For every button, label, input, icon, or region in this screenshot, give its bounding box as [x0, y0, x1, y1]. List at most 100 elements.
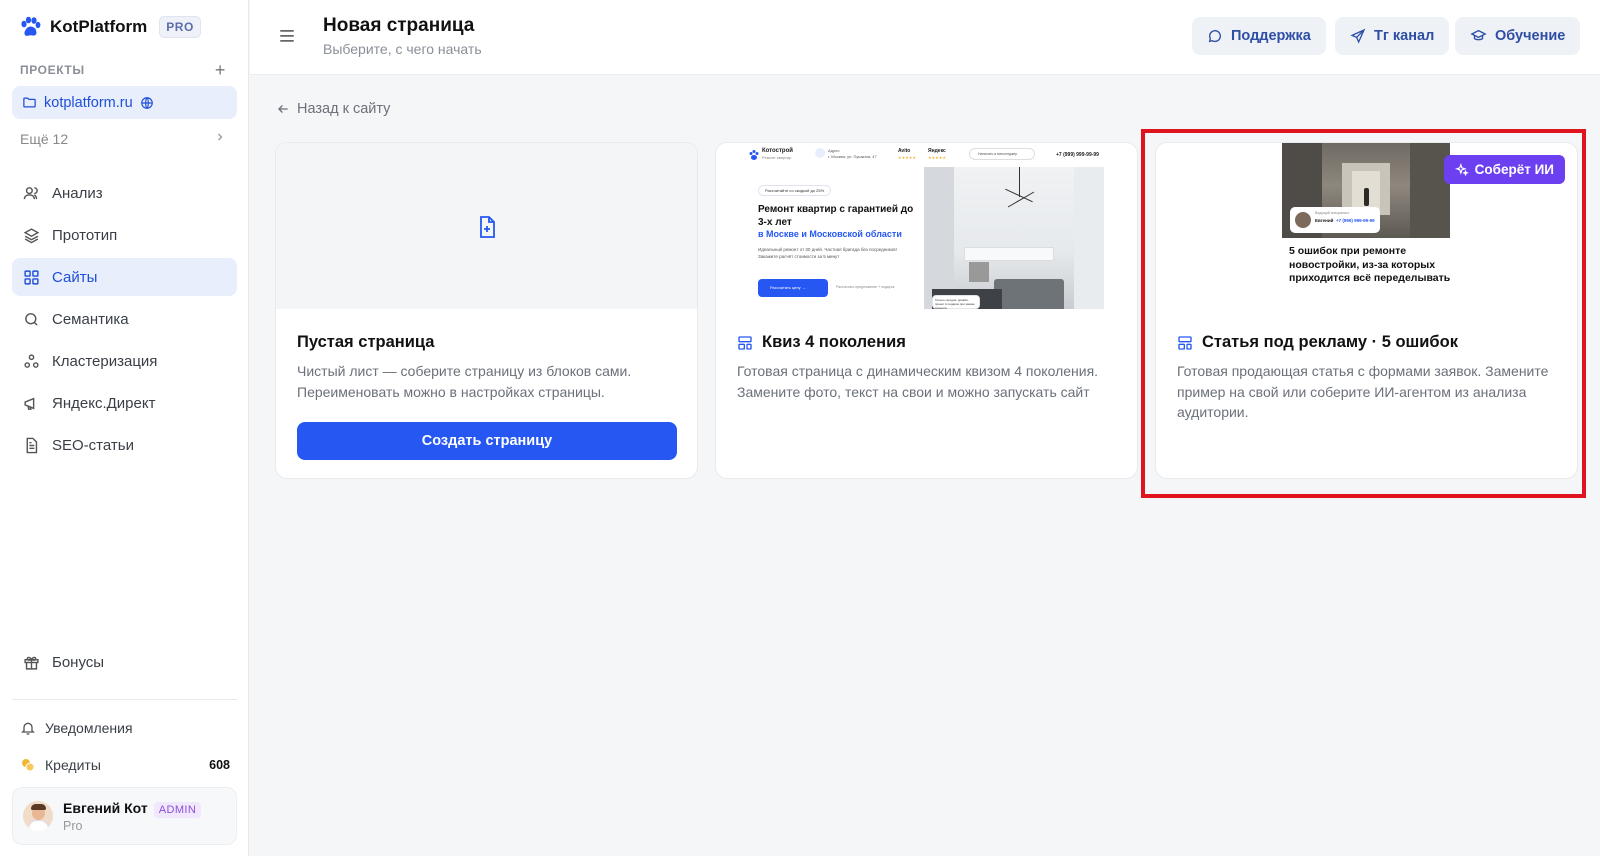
user-name-row: Евгений Кот ADMIN: [63, 799, 202, 818]
support-label: Поддержка: [1231, 28, 1311, 44]
graduation-cap-icon: [1470, 29, 1487, 41]
card-title: Квиз 4 поколения: [737, 333, 906, 352]
sparkles-icon: [1454, 162, 1469, 176]
admin-badge: ADMIN: [153, 801, 202, 818]
learning-button[interactable]: Обучение: [1455, 17, 1581, 55]
layout-template-icon: [1178, 335, 1192, 350]
preview-article-headline: 5 ошибок при ремонте новостройки, из-за …: [1289, 245, 1451, 284]
sidebar-item-prototype[interactable]: Прототип: [12, 216, 237, 254]
article-preview: Ведущий специалист Евгений +7 (999) 999-…: [1156, 143, 1577, 309]
sidebar-item-label: Анализ: [52, 184, 103, 202]
sidebar-item-label: Прототип: [52, 226, 118, 244]
support-button[interactable]: Поддержка: [1192, 17, 1326, 55]
page-title: Новая страница: [323, 15, 475, 36]
user-plan: Pro: [63, 818, 83, 833]
megaphone-icon: [24, 396, 35, 410]
paw-logo-icon: [21, 16, 41, 36]
ai-build-badge[interactable]: Соберёт ИИ: [1443, 155, 1565, 184]
brand[interactable]: KotPlatform PRO: [18, 15, 201, 39]
coins-icon: [22, 759, 35, 772]
bell-icon: [21, 722, 35, 735]
preview-discount: Рассчитайте со скидкой до 25%: [758, 185, 832, 196]
preview-specialist-label: Ведущий специалист: [1315, 211, 1350, 215]
sidebar-item-bonuses[interactable]: Бонусы: [12, 643, 237, 681]
sidebar-divider: [12, 699, 237, 700]
ai-badge-label: Соберёт ИИ: [1474, 162, 1554, 177]
add-project-icon[interactable]: +: [215, 61, 226, 79]
preview-specialist-name: Евгений: [1315, 218, 1334, 223]
preview-specialist-phone: +7 (999) 999-99-99: [1336, 218, 1375, 223]
cluster-icon: [24, 353, 39, 368]
card-description: Готовая страница с динамическим квизом 4…: [737, 363, 1099, 400]
preview-avito: Avito: [898, 148, 911, 154]
brand-name: KotPlatform: [50, 17, 148, 36]
pro-badge: PRO: [159, 16, 201, 38]
preview-yandex-stars: ★★★★★: [928, 155, 946, 160]
current-project[interactable]: kotplatform.ru: [12, 86, 237, 119]
sidebar-item-label: Сайты: [52, 268, 98, 286]
sidebar-item-sites[interactable]: Сайты: [12, 258, 237, 296]
preview-pin-icon: [815, 148, 825, 158]
send-icon: [1350, 28, 1366, 44]
credits-row[interactable]: Кредиты 608: [20, 757, 230, 773]
telegram-button[interactable]: Тг канал: [1335, 17, 1450, 55]
card-title: Пустая страница: [297, 333, 434, 352]
sidebar-item-yandex-direct[interactable]: Яндекс.Директ: [12, 384, 237, 422]
sidebar-item-semantics[interactable]: Семантика: [12, 300, 237, 338]
sidebar-nav: Анализ Прототип Сайты Семантика Кластери…: [12, 174, 237, 468]
grid-icon: [24, 269, 39, 285]
preview-chat-bubble: Только сегодня: дизайн-проект в подарок …: [932, 295, 980, 309]
chat-bubble-icon: [1208, 30, 1221, 43]
create-page-button[interactable]: Создать страницу: [297, 422, 677, 460]
back-link[interactable]: Назад к сайту: [276, 101, 390, 117]
preview-body: Идеальный ремонт от 30 дней. Частная бри…: [758, 247, 897, 259]
preview-address: Адрес г. Москва, ул. Пушкина, 47: [828, 148, 877, 159]
preview-interior-photo: Только сегодня: дизайн-проект в подарок …: [924, 167, 1104, 309]
back-label: Назад к сайту: [297, 101, 391, 117]
card-title-text: Квиз 4 поколения: [762, 333, 906, 351]
sidebar: KotPlatform PRO ПРОЕКТЫ + kotplatform.ru…: [0, 0, 249, 856]
projects-header: ПРОЕКТЫ +: [20, 61, 226, 79]
more-projects-label: Ещё 12: [20, 131, 69, 147]
preview-company: Котострой: [762, 148, 793, 154]
credits-label: Кредиты: [45, 757, 101, 773]
sidebar-item-label: SEO-статьи: [52, 436, 134, 454]
globe-icon: [140, 96, 153, 109]
layers-icon: [23, 227, 40, 243]
menu-icon[interactable]: [280, 29, 296, 48]
preview-avito-stars: ★★★★★: [898, 155, 916, 160]
sidebar-item-analysis[interactable]: Анализ: [12, 174, 237, 212]
learning-label: Обучение: [1495, 28, 1566, 44]
gift-icon: [24, 656, 39, 670]
notifications-link[interactable]: Уведомления: [20, 720, 230, 736]
top-header: Новая страница Выберите, с чего начать П…: [250, 0, 1600, 75]
sidebar-item-label: Яндекс.Директ: [52, 394, 156, 412]
template-card-quiz[interactable]: Котострой Ремонт квартир Адрес г. Москва…: [715, 142, 1138, 479]
sidebar-item-clustering[interactable]: Кластеризация: [12, 342, 237, 380]
telegram-label: Тг канал: [1374, 28, 1435, 44]
template-card-blank[interactable]: Пустая страница Чистый лист — соберите с…: [275, 142, 698, 479]
card-title-text: Статья под рекламу · 5 ошибок: [1202, 333, 1458, 351]
credits-value: 608: [209, 758, 230, 772]
preview-headline-accent: в Москве и Московской области: [758, 229, 902, 239]
bonuses-label: Бонусы: [52, 653, 105, 671]
preview-note: Рассчитать предложение + подарок: [836, 285, 895, 289]
preview-company-sub: Ремонт квартир: [762, 155, 792, 160]
card-thumbnail: [276, 143, 697, 309]
page-subtitle: Выберите, с чего начать: [323, 41, 482, 57]
layout-template-icon: [738, 335, 752, 350]
user-card[interactable]: Евгений Кот ADMIN Pro: [12, 787, 237, 845]
preview-messenger-button: Написать в мессенджер: [969, 148, 1035, 160]
more-projects[interactable]: Ещё 12: [20, 131, 226, 147]
sidebar-item-seo-articles[interactable]: SEO-статьи: [12, 426, 237, 464]
avatar: [23, 801, 53, 831]
users-icon: [23, 186, 38, 199]
user-name: Евгений Кот: [63, 799, 148, 816]
chevron-right-icon: [218, 133, 223, 141]
sidebar-item-label: Семантика: [52, 310, 129, 328]
preview-yandex: Яндекс: [928, 148, 946, 154]
file-plus-icon: [480, 216, 495, 238]
card-title: Статья под рекламу · 5 ошибок: [1177, 333, 1458, 352]
notifications-label: Уведомления: [45, 720, 133, 736]
template-card-article[interactable]: Ведущий специалист Евгений +7 (999) 999-…: [1155, 142, 1578, 479]
